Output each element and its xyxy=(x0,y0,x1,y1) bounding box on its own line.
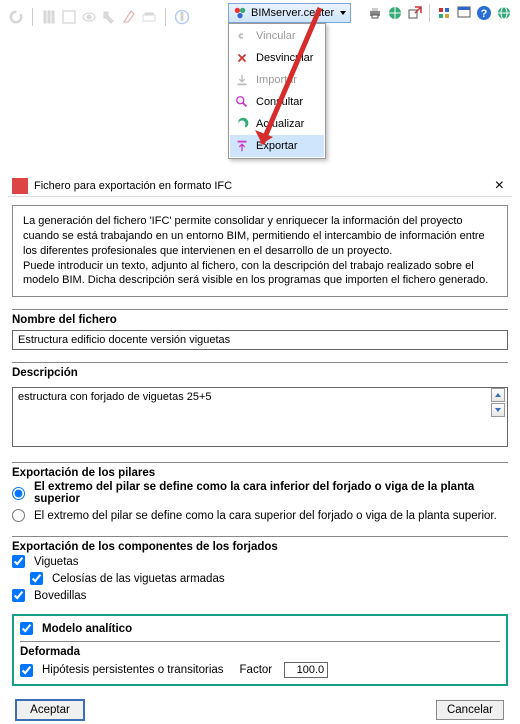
menu-item-actualizar[interactable]: Actualizar xyxy=(230,113,324,135)
descripcion-input[interactable] xyxy=(12,387,508,447)
nombre-input[interactable] xyxy=(12,330,508,350)
radio-pilar-inferior-label: El extremo del pilar se define como la c… xyxy=(34,481,508,505)
bimserver-label: BIMserver.center xyxy=(251,7,334,19)
globe-handshake-icon[interactable] xyxy=(387,5,403,21)
descripcion-label: Descripción xyxy=(12,362,508,379)
check-viguetas-label: Viguetas xyxy=(34,556,79,568)
modelo-analitico-label: Modelo analítico xyxy=(42,623,132,635)
menu-label: Vincular xyxy=(256,30,296,42)
menu-label: Desvincular xyxy=(256,52,313,64)
menu-item-importar[interactable]: Importar xyxy=(230,69,324,91)
menu-label: Exportar xyxy=(256,140,298,152)
check-celosias[interactable] xyxy=(30,572,43,585)
menu-label: Importar xyxy=(256,74,297,86)
menu-item-consultar[interactable]: Consultar xyxy=(230,91,324,113)
close-icon[interactable]: × xyxy=(491,178,508,194)
globe-icon[interactable] xyxy=(496,5,512,21)
factor-label: Factor xyxy=(240,664,273,676)
menu-item-exportar[interactable]: Exportar xyxy=(230,135,324,157)
tool6-icon[interactable] xyxy=(141,9,157,25)
bim-logo-icon xyxy=(233,6,247,20)
check-modelo-analitico[interactable] xyxy=(20,622,33,635)
pilares-label: Exportación de los pilares xyxy=(12,462,508,479)
deformada-label: Deformada xyxy=(20,641,500,658)
settings-icon[interactable] xyxy=(436,5,452,21)
info-icon[interactable] xyxy=(174,9,190,25)
info-text: La generación del fichero 'IFC' permite … xyxy=(23,215,488,286)
query-icon xyxy=(234,94,250,110)
check-viguetas[interactable] xyxy=(12,555,25,568)
hipotesis-label: Hipótesis persistentes o transitorias xyxy=(42,664,224,676)
spinner-down-icon[interactable] xyxy=(491,403,505,417)
menu-item-vincular[interactable]: Vincular xyxy=(230,25,324,47)
componentes-label: Exportación de los componentes de los fo… xyxy=(12,536,508,553)
cancelar-button[interactable]: Cancelar xyxy=(436,700,504,720)
menu-item-desvincular[interactable]: Desvincular xyxy=(230,47,324,69)
tool1-icon[interactable] xyxy=(41,9,57,25)
menu-label: Consultar xyxy=(256,96,303,108)
check-celosias-label: Celosías de las viguetas armadas xyxy=(52,573,225,585)
link-icon xyxy=(234,28,250,44)
modelo-analitico-group: Modelo analítico Deformada Hipótesis per… xyxy=(12,614,508,686)
unlink-icon xyxy=(234,50,250,66)
export-icon xyxy=(234,138,250,154)
menu-label: Actualizar xyxy=(256,118,304,130)
chevron-down-icon xyxy=(340,11,346,15)
tool5-icon[interactable] xyxy=(121,9,137,25)
radio-pilar-superior[interactable] xyxy=(12,509,25,522)
tool2-icon[interactable] xyxy=(61,9,77,25)
check-bovedillas[interactable] xyxy=(12,589,25,602)
refresh-icon xyxy=(234,116,250,132)
radio-pilar-superior-label: El extremo del pilar se define como la c… xyxy=(34,510,497,522)
check-hipotesis[interactable] xyxy=(20,664,33,677)
svg-text:?: ? xyxy=(481,8,488,20)
eye-icon[interactable] xyxy=(81,9,97,25)
dialog-title: Fichero para exportación en formato IFC xyxy=(34,180,232,192)
bimserver-center-button[interactable]: BIMserver.center xyxy=(228,3,351,23)
external-link-icon[interactable] xyxy=(407,5,423,21)
toolbar-right-group: ? xyxy=(367,4,512,22)
bim-dropdown-menu: Vincular Desvincular Importar Consultar … xyxy=(228,23,326,159)
factor-input[interactable] xyxy=(284,662,328,678)
printer-icon[interactable] xyxy=(367,5,383,21)
ifc-export-dialog: Fichero para exportación en formato IFC … xyxy=(8,176,512,724)
tool4-icon[interactable] xyxy=(101,9,117,25)
radio-pilar-inferior[interactable] xyxy=(12,487,25,500)
spinner-up-icon[interactable] xyxy=(491,388,505,402)
check-bovedillas-label: Bovedillas xyxy=(34,590,86,602)
info-box: La generación del fichero 'IFC' permite … xyxy=(12,205,508,297)
aceptar-button[interactable]: Aceptar xyxy=(16,700,84,720)
refresh-small-icon[interactable] xyxy=(8,9,24,25)
import-icon xyxy=(234,72,250,88)
windows-icon[interactable] xyxy=(456,5,472,21)
nombre-label: Nombre del fichero xyxy=(12,309,508,326)
dialog-titlebar: Fichero para exportación en formato IFC … xyxy=(8,176,512,197)
help-icon[interactable]: ? xyxy=(476,5,492,21)
app-icon xyxy=(12,178,28,194)
